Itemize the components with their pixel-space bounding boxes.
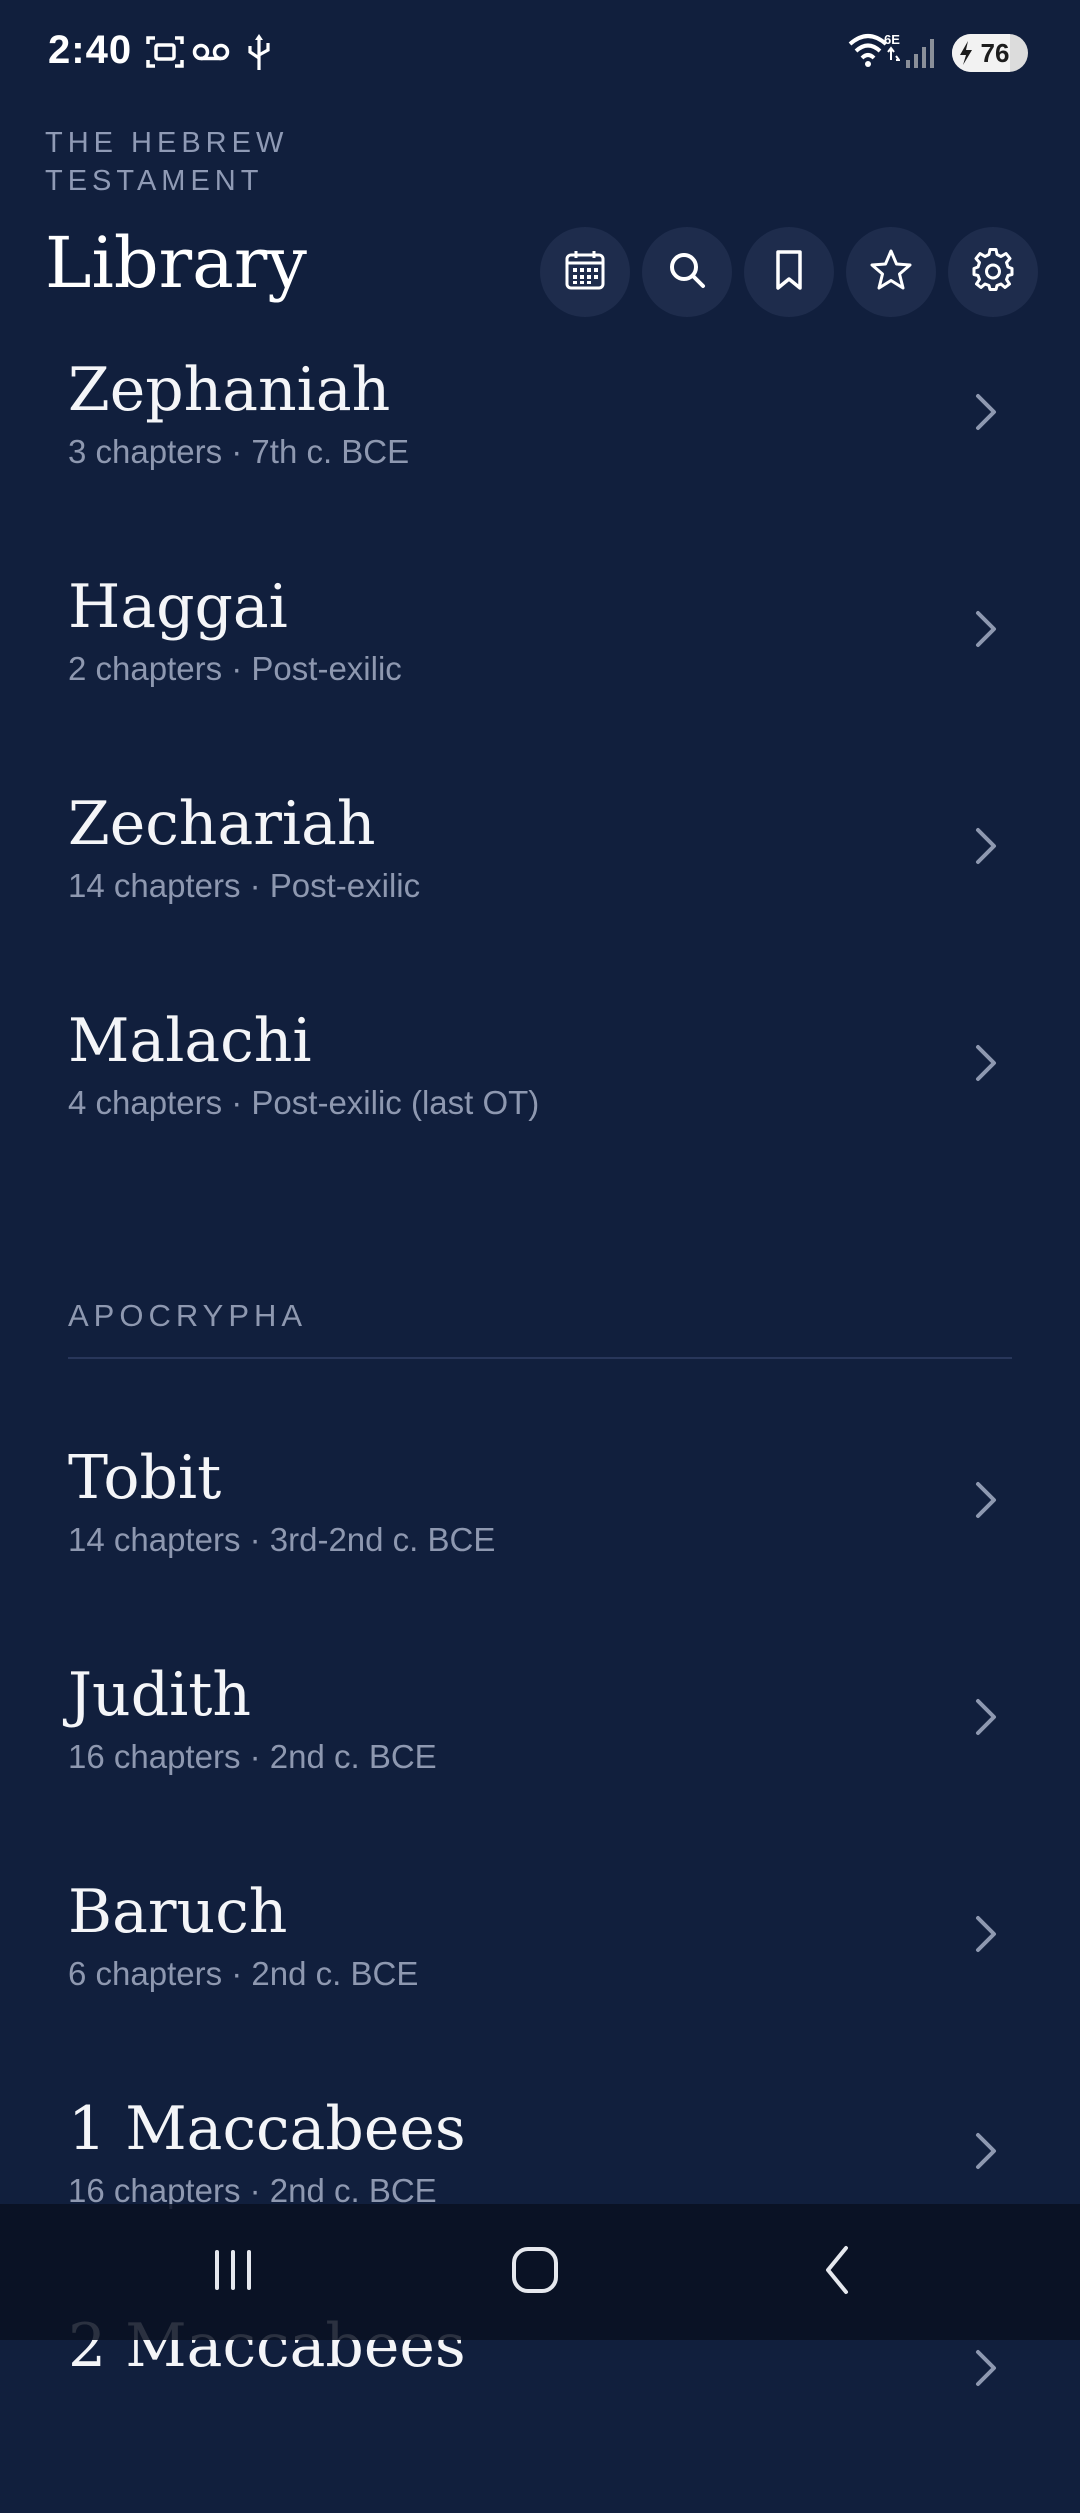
battery-percent: 76 (980, 38, 1010, 68)
book-meta: 6 chapters · 2nd c. BCE (68, 1955, 419, 1992)
signal-icon (904, 36, 940, 75)
section-divider (68, 1357, 1012, 1359)
book-item-zephaniah[interactable]: Zephaniah 3 chapters · 7th c. BCE (0, 340, 1080, 557)
page-title: Library (45, 222, 307, 304)
chevron-right-icon (968, 1041, 1004, 1090)
status-time: 2:40 (48, 28, 133, 72)
book-item-judith[interactable]: Judith 16 chapters · 2nd c. BCE (0, 1645, 1080, 1862)
book-meta: 16 chapters · 2nd c. BCE (68, 1738, 437, 1775)
book-title: Baruch (68, 1877, 288, 1947)
search-icon (666, 249, 708, 296)
book-meta: 3 chapters · 7th c. BCE (68, 433, 410, 470)
section-header-apocrypha: APOCRYPHA (0, 1298, 1080, 1428)
calendar-icon (563, 248, 607, 297)
book-title: Zechariah (68, 789, 376, 859)
book-meta: 2 chapters · Post-exilic (68, 650, 402, 687)
back-icon (820, 2244, 856, 2301)
book-list: Zephaniah 3 chapters · 7th c. BCE Haggai… (0, 340, 1080, 2513)
usb-icon (246, 34, 272, 77)
bookmarks-button[interactable] (744, 227, 834, 317)
book-item-zechariah[interactable]: Zechariah 14 chapters · Post-exilic (0, 774, 1080, 991)
star-icon (869, 248, 913, 297)
calendar-button[interactable] (540, 227, 630, 317)
book-meta: 4 chapters · Post-exilic (last OT) (68, 1084, 540, 1121)
app-subtitle: THE HEBREW TESTAMENT (45, 127, 289, 197)
chevron-right-icon (968, 390, 1004, 439)
book-title: 1 Maccabees (68, 2094, 466, 2164)
book-item-baruch[interactable]: Baruch 6 chapters · 2nd c. BCE (0, 1862, 1080, 2079)
back-button[interactable] (738, 2204, 938, 2340)
search-button[interactable] (642, 227, 732, 317)
system-nav-bar (0, 2204, 1080, 2340)
settings-button[interactable] (948, 227, 1038, 317)
home-button[interactable] (435, 2204, 635, 2340)
chevron-right-icon (968, 607, 1004, 656)
chevron-right-icon (968, 1478, 1004, 1527)
book-item-malachi[interactable]: Malachi 4 chapters · Post-exilic (last O… (0, 991, 1080, 1208)
home-icon (509, 2244, 561, 2301)
bookmark-icon (772, 248, 806, 297)
book-title: Zephaniah (68, 355, 391, 425)
chevron-right-icon (968, 1695, 1004, 1744)
header-actions (540, 227, 1038, 317)
book-meta: 14 chapters · Post-exilic (68, 867, 421, 904)
book-item-haggai[interactable]: Haggai 2 chapters · Post-exilic (0, 557, 1080, 774)
chevron-right-icon (968, 2129, 1004, 2178)
voicemail-icon (192, 42, 230, 67)
book-title: Tobit (68, 1443, 222, 1513)
gear-icon (971, 247, 1015, 297)
book-title: Malachi (68, 1006, 312, 1076)
recent-apps-button[interactable] (133, 2204, 333, 2340)
recent-apps-icon (209, 2248, 257, 2297)
chevron-right-icon (968, 824, 1004, 873)
battery-icon: 76 (952, 34, 1028, 72)
chevron-right-icon (968, 1912, 1004, 1961)
favorites-button[interactable] (846, 227, 936, 317)
book-meta: 14 chapters · 3rd-2nd c. BCE (68, 1521, 496, 1558)
network-type: 6E (884, 32, 900, 47)
status-bar: 2:40 6E 76 (0, 0, 1080, 110)
chevron-right-icon (968, 2346, 1004, 2395)
section-label: APOCRYPHA (68, 1298, 308, 1333)
book-title: Haggai (68, 572, 288, 642)
book-item-tobit[interactable]: Tobit 14 chapters · 3rd-2nd c. BCE (0, 1428, 1080, 1645)
book-title: Judith (68, 1660, 252, 1730)
wifi-icon: 6E (848, 30, 901, 75)
screenshot-icon (146, 34, 184, 75)
